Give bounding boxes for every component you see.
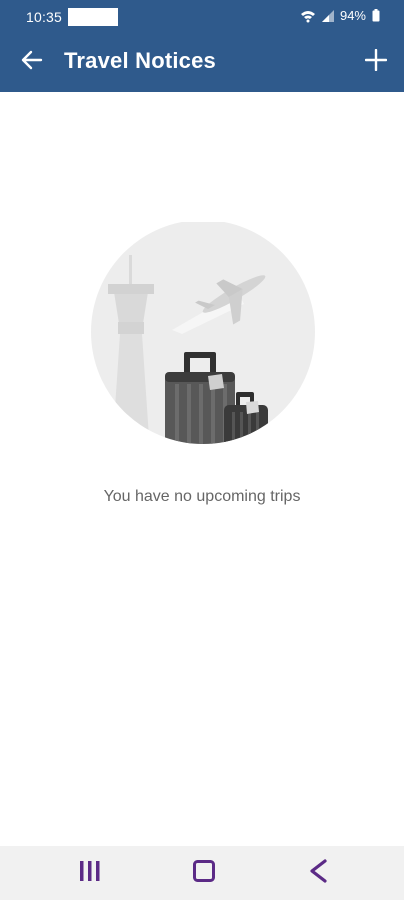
battery-icon [372,9,380,22]
add-travel-notice-button[interactable] [360,46,392,78]
back-button[interactable] [16,46,48,78]
system-nav-bar [0,846,404,900]
battery-percent: 94% [339,8,366,23]
airport-luggage-illustration [88,220,318,452]
plus-icon [364,48,388,76]
system-back-button[interactable] [300,858,336,888]
recents-button[interactable] [72,858,108,888]
travel-notices-screen: 10:35 94% Travel Notices You have no upc… [0,0,404,900]
status-bar: 10:35 94% [0,0,404,32]
page-title: Travel Notices [64,48,216,73]
back-arrow-icon [21,50,43,75]
back-chevron-icon [307,858,329,888]
redacted-area [68,8,118,26]
status-indicators: 94% [300,8,380,23]
home-button[interactable] [186,858,222,888]
wifi-icon [300,9,316,23]
app-bar: Travel Notices [0,32,404,92]
signal-icon [321,9,334,22]
home-icon [192,859,216,888]
status-time: 10:35 [26,9,63,25]
recents-icon [78,860,102,887]
empty-state-message: You have no upcoming trips [103,488,301,505]
